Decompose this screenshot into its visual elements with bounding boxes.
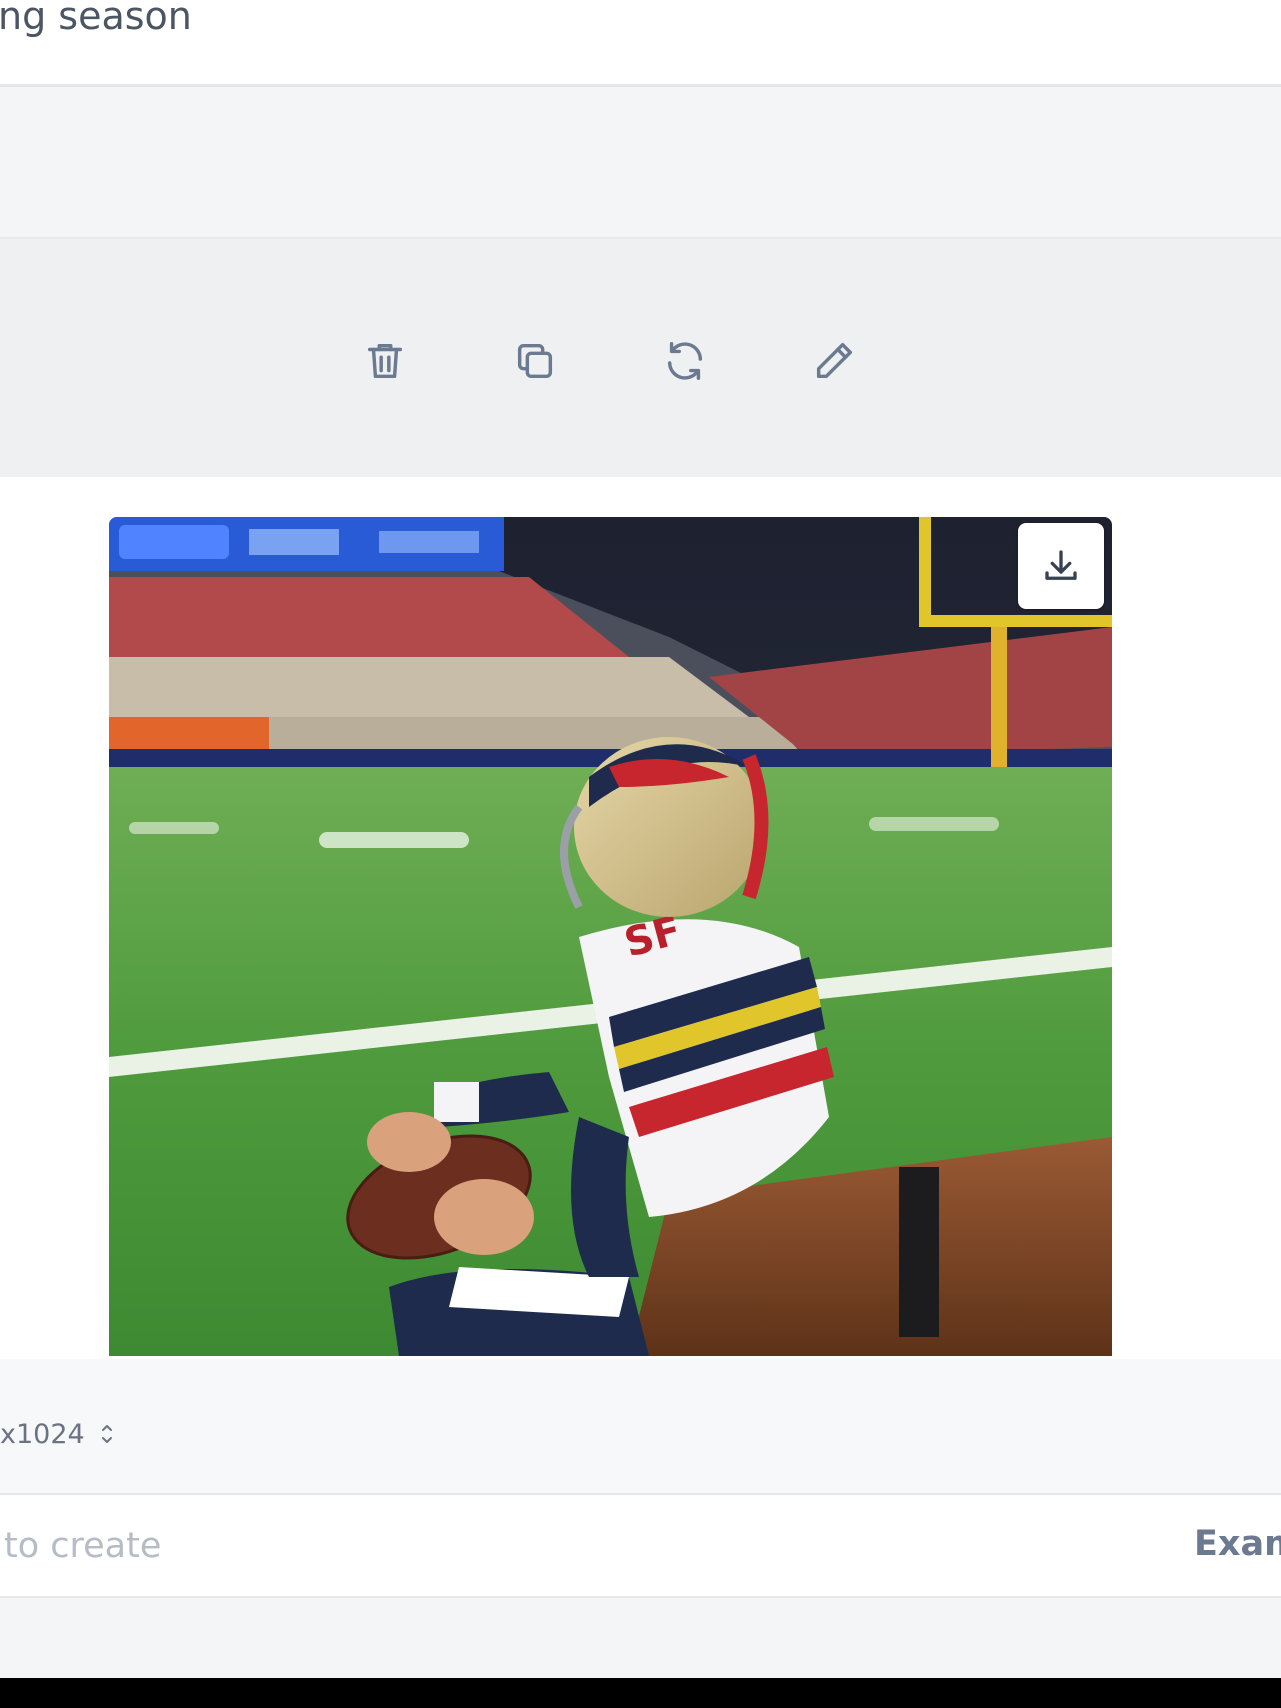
pencil-icon [816,342,853,379]
generated-image: SF [109,517,1112,1356]
image-size-select[interactable]: x1024 [0,1412,115,1456]
chevron-updown-icon [101,1425,112,1443]
empty-response-area [0,87,1281,237]
prompt-input[interactable] [0,1518,1154,1574]
trash-icon [367,343,403,379]
image-action-toolbar [0,239,1281,477]
settings-row [0,1359,1281,1493]
prompt-row: ng season [0,0,1281,85]
football-player-illustration: SF [109,517,1112,1356]
image-size-value: x1024 [0,1418,85,1450]
download-button[interactable] [1018,523,1104,609]
refresh-icon [667,342,703,380]
screen-bottom-bar [0,1678,1281,1708]
delete-button[interactable] [361,337,409,385]
copy-button[interactable] [511,337,559,385]
edit-button[interactable] [810,337,858,385]
download-icon [1045,550,1077,580]
copy-icon [517,343,553,379]
examples-link[interactable]: Exam [1194,1524,1281,1564]
footer-area [0,1598,1281,1678]
prompt-text: ng season [0,0,192,38]
regenerate-button[interactable] [661,337,709,385]
